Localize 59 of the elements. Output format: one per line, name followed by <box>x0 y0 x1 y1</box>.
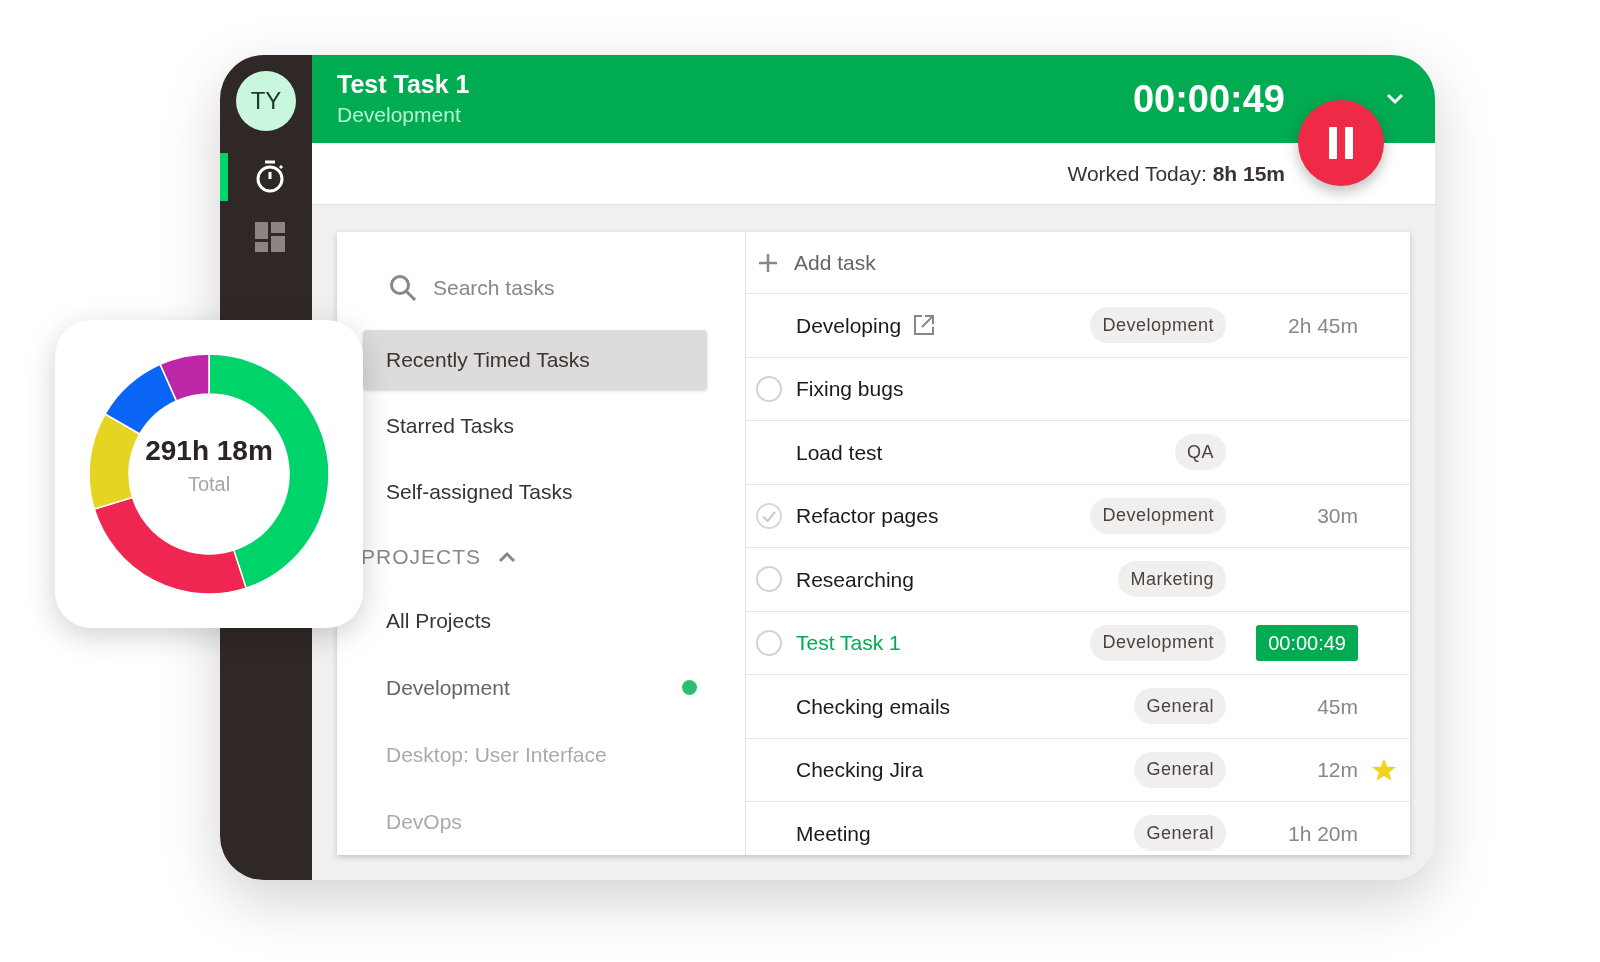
task-row[interactable]: Fixing bugs <box>746 357 1410 421</box>
task-row[interactable]: Checking Jira General 12m <box>746 738 1410 802</box>
current-task-project: Development <box>337 102 462 128</box>
task-row[interactable]: Test Task 1 Development 00:00:49 <box>746 611 1410 675</box>
task-row[interactable]: Researching Marketing <box>746 548 1410 612</box>
task-checkbox[interactable] <box>756 566 782 593</box>
task-name: Checking emails <box>796 693 951 720</box>
chevron-down-icon[interactable] <box>1385 92 1405 106</box>
project-tag: General <box>1134 751 1226 788</box>
total-label: Total <box>187 472 231 497</box>
task-name: Researching <box>796 566 914 593</box>
task-duration: 30m <box>1317 503 1358 529</box>
project-tag: Marketing <box>1118 561 1226 598</box>
task-duration: 2h 45m <box>1287 312 1358 339</box>
task-duration: 12m <box>1317 757 1358 783</box>
plus-icon <box>758 252 778 273</box>
task-name: Test Task 1 <box>796 630 901 656</box>
current-task-title: Test Task 1 <box>337 69 470 100</box>
task-name: Checking Jira <box>796 757 924 783</box>
projects-header[interactable]: PROJECTS <box>361 527 707 587</box>
task-checkbox[interactable] <box>756 375 782 402</box>
total-time: 291h 18m <box>145 434 273 468</box>
running-timer: 00:00:49 <box>1256 624 1358 661</box>
timer-display: 00:00:49 <box>1132 76 1285 122</box>
search-icon <box>389 273 417 302</box>
pause-icon <box>1327 127 1355 159</box>
add-task-button[interactable]: Add task <box>746 232 1410 294</box>
project-item[interactable]: All Projects <box>386 604 492 637</box>
external-link-icon[interactable] <box>913 314 936 337</box>
task-name: Load test <box>796 439 883 466</box>
task-name: Fixing bugs <box>796 376 904 402</box>
project-tag: QA <box>1175 434 1226 471</box>
project-tag: Development <box>1090 497 1226 534</box>
project-tag: Development <box>1090 624 1226 661</box>
task-duration: 45m <box>1317 693 1358 720</box>
task-name: Meeting <box>796 820 871 847</box>
task-row[interactable]: Refactor pages Development 30m <box>746 484 1410 548</box>
project-item[interactable]: Development <box>386 671 510 704</box>
filter-item[interactable]: Self-assigned Tasks <box>363 461 707 522</box>
task-row[interactable]: Load test QA <box>746 421 1410 485</box>
task-row[interactable]: Developing Development 2h 45m <box>746 294 1410 358</box>
project-tag: General <box>1134 815 1226 852</box>
task-name: Developing <box>796 312 902 339</box>
stopwatch-icon <box>255 160 285 194</box>
task-checkbox[interactable] <box>756 502 782 529</box>
dashboard-icon <box>255 222 285 252</box>
filter-item[interactable]: Starred Tasks <box>363 395 707 456</box>
chevron-up-icon <box>497 550 517 565</box>
task-row[interactable]: Checking emails General 45m <box>746 675 1410 739</box>
filter-item[interactable]: Recently Timed Tasks <box>363 329 707 390</box>
task-row[interactable]: Meeting General 1h 20m <box>746 802 1410 855</box>
project-tag: General <box>1134 688 1226 725</box>
task-checkbox[interactable] <box>756 629 782 656</box>
user-avatar[interactable]: TY <box>236 71 296 131</box>
worked-today: Worked Today: 8h 15m <box>1067 160 1285 187</box>
task-name: Refactor pages <box>796 503 939 529</box>
search-input[interactable]: Search tasks <box>433 272 683 304</box>
task-duration: 1h 20m <box>1287 820 1358 847</box>
project-tag: Development <box>1090 307 1226 344</box>
